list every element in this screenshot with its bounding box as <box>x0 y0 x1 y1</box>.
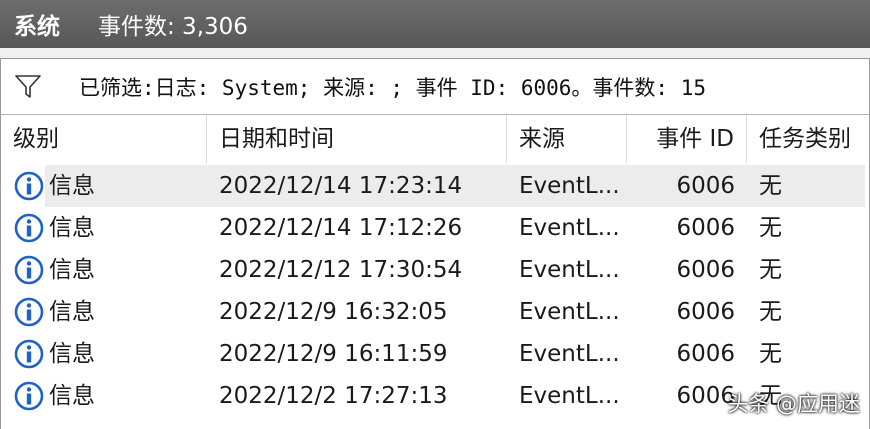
cell-task-category: 无 <box>759 299 782 325</box>
cell-event-id: 6006 <box>676 215 735 241</box>
funnel-icon[interactable] <box>13 72 43 102</box>
filter-bar: 已筛选:日志: System; 来源: ; 事件 ID: 6006。事件数: 1… <box>0 58 870 115</box>
info-icon <box>14 381 44 411</box>
info-icon <box>14 297 44 327</box>
cell-event-id: 6006 <box>676 341 735 367</box>
log-title-bar: 系统 事件数: 3,306 <box>0 0 870 48</box>
column-header-datetime[interactable]: 日期和时间 <box>207 115 507 163</box>
cell-task-category: 无 <box>759 215 782 241</box>
column-header-source[interactable]: 来源 <box>507 115 627 163</box>
event-count: 事件数: 3,306 <box>98 14 248 40</box>
watermark: 头条 @应用迷 <box>727 392 860 416</box>
cell-level: 信息 <box>49 299 95 325</box>
column-header-level[interactable]: 级别 <box>1 115 207 163</box>
cell-level: 信息 <box>49 257 95 283</box>
cell-source: EventL... <box>519 173 620 199</box>
table-row[interactable]: 信息 2022/12/9 16:11:59 EventL... 6006 无 <box>1 333 869 375</box>
cell-level: 信息 <box>49 341 95 367</box>
cell-task-category: 无 <box>759 257 782 283</box>
filter-summary: 已筛选:日志: System; 来源: ; 事件 ID: 6006。事件数: 1… <box>79 76 707 100</box>
cell-source: EventL... <box>519 341 620 367</box>
table-row[interactable]: 信息 2022/12/12 17:30:54 EventL... 6006 无 <box>1 249 869 291</box>
cell-source: EventL... <box>519 215 620 241</box>
cell-level: 信息 <box>49 215 95 241</box>
column-header-task-category[interactable]: 任务类别 <box>747 115 869 163</box>
cell-datetime: 2022/12/2 17:27:13 <box>219 383 448 409</box>
cell-source: EventL... <box>519 299 620 325</box>
column-header-event-id[interactable]: 事件 ID <box>627 115 747 163</box>
cell-task-category: 无 <box>759 341 782 367</box>
cell-event-id: 6006 <box>676 299 735 325</box>
info-icon <box>14 255 44 285</box>
cell-level: 信息 <box>49 383 95 409</box>
cell-datetime: 2022/12/14 17:12:26 <box>219 215 463 241</box>
cell-source: EventL... <box>519 383 620 409</box>
cell-event-id: 6006 <box>676 173 735 199</box>
table-row[interactable]: 信息 2022/12/14 17:23:14 EventL... 6006 无 <box>1 165 869 207</box>
cell-datetime: 2022/12/14 17:23:14 <box>219 173 463 199</box>
info-icon <box>14 213 44 243</box>
table-header: 级别 日期和时间 来源 事件 ID 任务类别 <box>1 115 869 163</box>
cell-datetime: 2022/12/9 16:32:05 <box>219 299 448 325</box>
cell-task-category: 无 <box>759 173 782 199</box>
cell-datetime: 2022/12/12 17:30:54 <box>219 257 463 283</box>
table-row[interactable]: 信息 2022/12/14 17:12:26 EventL... 6006 无 <box>1 207 869 249</box>
info-icon <box>14 339 44 369</box>
info-icon <box>14 171 44 201</box>
cell-datetime: 2022/12/9 16:11:59 <box>219 341 448 367</box>
cell-source: EventL... <box>519 257 620 283</box>
event-table[interactable]: 级别 日期和时间 来源 事件 ID 任务类别 信息 2022/12/14 17:2… <box>0 114 870 429</box>
cell-level: 信息 <box>49 173 95 199</box>
cell-event-id: 6006 <box>676 257 735 283</box>
separator <box>0 48 870 58</box>
log-name: 系统 <box>14 14 60 40</box>
table-row[interactable]: 信息 2022/12/9 16:32:05 EventL... 6006 无 <box>1 291 869 333</box>
